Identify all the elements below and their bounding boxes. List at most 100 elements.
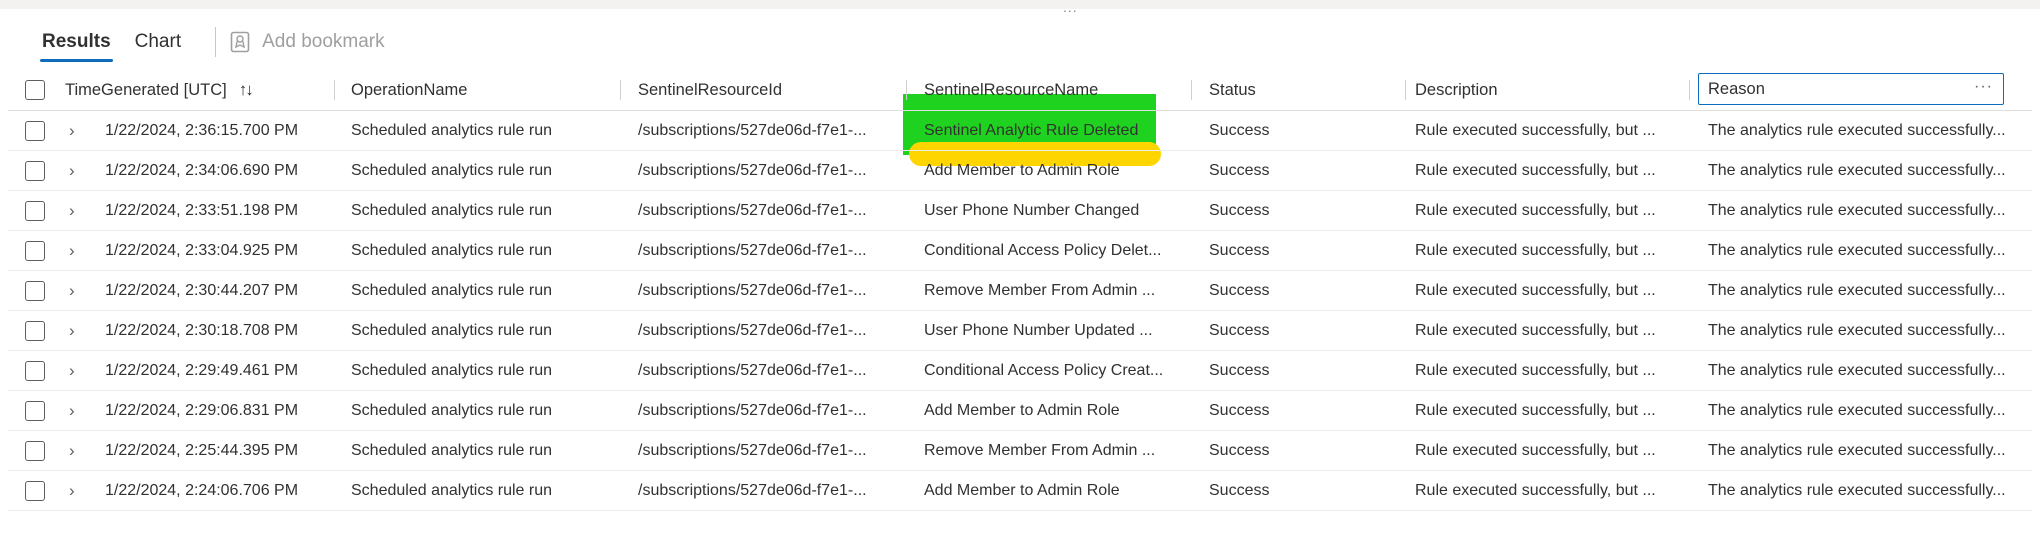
table-header: TimeGenerated [UTC] ↑↓ OperationName Sen… xyxy=(8,70,2032,111)
header-resource-name[interactable]: SentinelResourceName xyxy=(924,70,2040,110)
row-checkbox-cell xyxy=(25,231,45,270)
header-time[interactable]: TimeGenerated [UTC] ↑↓ xyxy=(65,70,252,110)
table-row[interactable]: › 1/22/2024, 2:30:18.708 PM Scheduled anal… xyxy=(8,311,2032,351)
tab-results[interactable]: Results xyxy=(30,20,123,64)
row-checkbox[interactable] xyxy=(25,400,45,421)
cell-status: Success xyxy=(1209,401,1270,419)
table-row[interactable]: › 1/22/2024, 2:30:44.207 PM Scheduled anal… xyxy=(8,271,2032,311)
row-checkbox[interactable] xyxy=(25,120,45,141)
cell-resource-name: Remove Member From Admin ... xyxy=(924,441,1156,459)
expand-chevron-icon[interactable]: › xyxy=(69,151,75,190)
table-row[interactable]: › 1/22/2024, 2:33:04.925 PM Scheduled anal… xyxy=(8,231,2032,271)
cell-description: Rule executed successfully, but ... xyxy=(1415,401,1656,419)
cell-resource-id: /subscriptions/527de06d-f7e1-... xyxy=(638,241,867,259)
tab-chart[interactable]: Chart xyxy=(123,20,193,64)
table-row[interactable]: › 1/22/2024, 2:34:06.690 PM Scheduled anal… xyxy=(8,151,2032,191)
header-operation[interactable]: OperationName xyxy=(351,70,467,110)
header-resource-id[interactable]: SentinelResourceId xyxy=(638,70,782,110)
toolbar-divider xyxy=(215,27,217,57)
table-row[interactable]: › 1/22/2024, 2:36:15.700 PM Scheduled anal… xyxy=(8,111,2032,151)
row-checkbox[interactable] xyxy=(25,200,45,221)
cell-resource-name: User Phone Number Changed xyxy=(924,201,1140,219)
sort-icon[interactable]: ↑↓ xyxy=(239,80,252,100)
expand-chevron-icon[interactable]: › xyxy=(69,271,75,310)
row-checkbox[interactable] xyxy=(25,440,45,461)
cell-reason: The analytics rule executed successfully… xyxy=(1708,201,2006,219)
cell-resource-name: Add Member to Admin Role xyxy=(924,481,1120,499)
column-resizer[interactable] xyxy=(906,80,907,100)
top-splitter[interactable]: ... xyxy=(0,0,2040,14)
table-row[interactable]: › 1/22/2024, 2:29:49.461 PM Scheduled anal… xyxy=(8,351,2032,391)
expand-chevron-icon[interactable]: › xyxy=(69,431,75,470)
select-all-checkbox[interactable] xyxy=(25,80,45,100)
row-checkbox[interactable] xyxy=(25,240,45,261)
cell-time: 1/22/2024, 2:36:15.700 PM xyxy=(105,121,299,139)
cell-description: Rule executed successfully, but ... xyxy=(1415,161,1656,179)
expand-chevron-icon[interactable]: › xyxy=(69,391,75,430)
cell-status: Success xyxy=(1209,481,1270,499)
bookmark-icon xyxy=(230,31,250,53)
cell-resource-id: /subscriptions/527de06d-f7e1-... xyxy=(638,481,867,499)
cell-reason: The analytics rule executed successfully… xyxy=(1708,161,2006,179)
cell-time: 1/22/2024, 2:29:49.461 PM xyxy=(105,361,299,379)
header-time-label: TimeGenerated [UTC] xyxy=(65,80,227,99)
cell-resource-name: Conditional Access Policy Creat... xyxy=(924,361,1164,379)
cell-status: Success xyxy=(1209,201,1270,219)
cell-resource-name: Add Member to Admin Role xyxy=(924,401,1120,419)
cell-operation: Scheduled analytics rule run xyxy=(351,361,553,379)
column-resizer[interactable] xyxy=(334,80,335,100)
cell-operation: Scheduled analytics rule run xyxy=(351,121,553,139)
cell-status: Success xyxy=(1209,361,1270,379)
expand-chevron-icon[interactable]: › xyxy=(69,231,75,270)
table-row[interactable]: › 1/22/2024, 2:24:06.706 PM Scheduled anal… xyxy=(8,471,2032,511)
cell-operation: Scheduled analytics rule run xyxy=(351,161,553,179)
row-checkbox[interactable] xyxy=(25,480,45,501)
cell-description: Rule executed successfully, but ... xyxy=(1415,441,1656,459)
row-checkbox[interactable] xyxy=(25,320,45,341)
cell-reason: The analytics rule executed successfully… xyxy=(1708,361,2006,379)
expand-chevron-icon[interactable]: › xyxy=(69,471,75,510)
cell-reason: The analytics rule executed successfully… xyxy=(1708,481,2006,499)
row-checkbox[interactable] xyxy=(25,160,45,181)
cell-time: 1/22/2024, 2:34:06.690 PM xyxy=(105,161,299,179)
cell-resource-name: Add Member to Admin Role xyxy=(924,161,1120,179)
cell-time: 1/22/2024, 2:24:06.706 PM xyxy=(105,481,299,499)
expand-chevron-icon[interactable]: › xyxy=(69,351,75,390)
table-row[interactable]: › 1/22/2024, 2:29:06.831 PM Scheduled anal… xyxy=(8,391,2032,431)
cell-time: 1/22/2024, 2:29:06.831 PM xyxy=(105,401,299,419)
cell-resource-id: /subscriptions/527de06d-f7e1-... xyxy=(638,361,867,379)
table-row[interactable]: › 1/22/2024, 2:33:51.198 PM Scheduled anal… xyxy=(8,191,2032,231)
cell-resource-name: Remove Member From Admin ... xyxy=(924,281,1156,299)
add-bookmark-button[interactable]: Add bookmark xyxy=(230,31,385,53)
row-checkbox-cell xyxy=(25,391,45,430)
cell-reason: The analytics rule executed successfully… xyxy=(1708,281,2006,299)
drag-grip-icon[interactable]: ... xyxy=(1063,0,1078,14)
cell-resource-id: /subscriptions/527de06d-f7e1-... xyxy=(638,401,867,419)
cell-resource-id: /subscriptions/527de06d-f7e1-... xyxy=(638,321,867,339)
cell-time: 1/22/2024, 2:25:44.395 PM xyxy=(105,441,299,459)
cell-status: Success xyxy=(1209,241,1270,259)
row-checkbox[interactable] xyxy=(25,280,45,301)
expand-chevron-icon[interactable]: › xyxy=(69,191,75,230)
column-resizer[interactable] xyxy=(620,80,621,100)
cell-status: Success xyxy=(1209,161,1270,179)
row-checkbox-cell xyxy=(25,151,45,190)
row-checkbox-cell xyxy=(25,311,45,350)
cell-operation: Scheduled analytics rule run xyxy=(351,401,553,419)
cell-description: Rule executed successfully, but ... xyxy=(1415,361,1656,379)
cell-description: Rule executed successfully, but ... xyxy=(1415,201,1656,219)
cell-resource-id: /subscriptions/527de06d-f7e1-... xyxy=(638,281,867,299)
expand-chevron-icon[interactable]: › xyxy=(69,311,75,350)
results-tabs: Results Chart Add bookmark xyxy=(30,20,385,64)
cell-operation: Scheduled analytics rule run xyxy=(351,481,553,499)
cell-description: Rule executed successfully, but ... xyxy=(1415,481,1656,499)
cell-operation: Scheduled analytics rule run xyxy=(351,441,553,459)
cell-operation: Scheduled analytics rule run xyxy=(351,281,553,299)
cell-time: 1/22/2024, 2:33:04.925 PM xyxy=(105,241,299,259)
add-bookmark-label: Add bookmark xyxy=(262,31,385,52)
row-checkbox[interactable] xyxy=(25,360,45,381)
cell-operation: Scheduled analytics rule run xyxy=(351,201,553,219)
table-row[interactable]: › 1/22/2024, 2:25:44.395 PM Scheduled anal… xyxy=(8,431,2032,471)
row-checkbox-cell xyxy=(25,271,45,310)
expand-chevron-icon[interactable]: › xyxy=(69,111,75,150)
